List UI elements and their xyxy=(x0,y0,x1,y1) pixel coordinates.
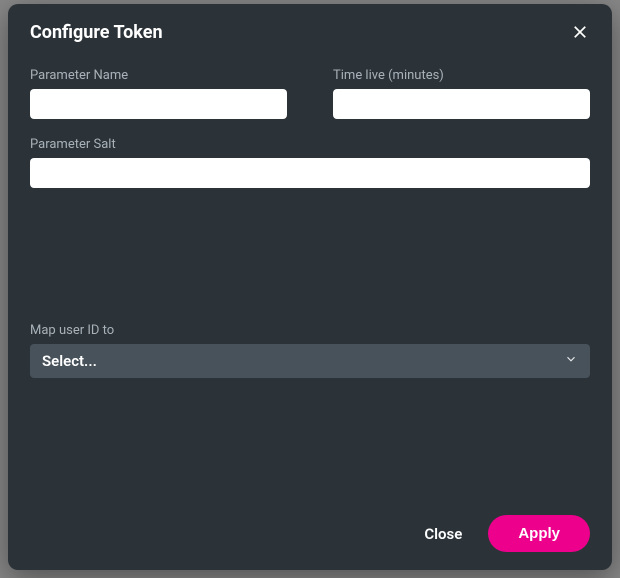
row-1: Parameter Name Time live (minutes) xyxy=(30,68,590,119)
select-map-user-id-value: Select... xyxy=(42,352,97,370)
input-parameter-name[interactable] xyxy=(30,89,287,119)
label-map-user-id: Map user ID to xyxy=(30,323,590,338)
field-map-user-id: Map user ID to Select... xyxy=(30,323,590,491)
field-parameter-salt: Parameter Salt xyxy=(30,137,590,305)
apply-button[interactable]: Apply xyxy=(488,515,590,552)
label-parameter-name: Parameter Name xyxy=(30,68,287,83)
input-parameter-salt[interactable] xyxy=(30,158,590,188)
field-parameter-name: Parameter Name xyxy=(30,68,287,119)
label-parameter-salt: Parameter Salt xyxy=(30,137,590,152)
close-icon-button[interactable] xyxy=(566,18,594,46)
close-icon xyxy=(571,23,589,41)
modal-body: Parameter Name Time live (minutes) Param… xyxy=(8,60,612,501)
close-button[interactable]: Close xyxy=(418,517,468,551)
field-time-live: Time live (minutes) xyxy=(333,68,590,119)
configure-token-modal: Configure Token Parameter Name Time live… xyxy=(8,4,612,570)
modal-header: Configure Token xyxy=(8,4,612,60)
label-time-live: Time live (minutes) xyxy=(333,68,590,83)
input-time-live[interactable] xyxy=(333,89,590,119)
select-map-user-id[interactable]: Select... xyxy=(30,344,590,378)
chevron-down-icon xyxy=(564,352,578,370)
modal-title: Configure Token xyxy=(30,22,163,43)
modal-footer: Close Apply xyxy=(8,501,612,570)
